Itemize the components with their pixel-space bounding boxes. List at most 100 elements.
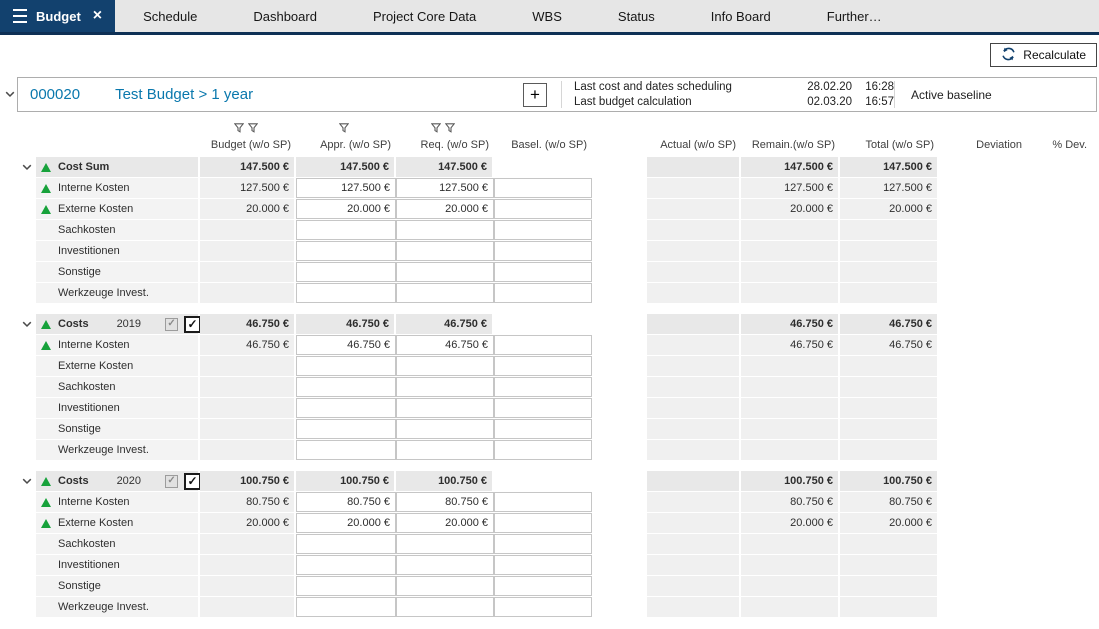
filter-icon[interactable] — [445, 123, 455, 136]
row-label-cell: Externe Kosten — [36, 513, 200, 533]
tab-status[interactable]: Status — [590, 0, 683, 32]
row-gap — [592, 513, 647, 533]
filter-icon[interactable] — [234, 123, 244, 136]
cell-appr[interactable] — [296, 241, 396, 261]
cell-basel[interactable] — [494, 555, 592, 575]
table-row: Interne Kosten127.500 €127.500 €127.500 … — [18, 178, 1099, 198]
cell-pdev — [1027, 377, 1092, 397]
cell-req[interactable] — [396, 356, 494, 376]
column-header-req[interactable]: Req. (w/o SP) — [396, 120, 494, 154]
cell-basel[interactable] — [494, 335, 592, 355]
cell-appr[interactable]: 20.000 € — [296, 513, 396, 533]
collapse-chevron-icon[interactable] — [18, 157, 36, 177]
collapse-header-icon[interactable] — [2, 91, 17, 98]
cell-appr[interactable] — [296, 398, 396, 418]
close-tab-icon[interactable]: × — [93, 8, 102, 24]
cell-appr[interactable] — [296, 262, 396, 282]
cell-req[interactable] — [396, 398, 494, 418]
column-header-remain[interactable]: Remain.(w/o SP) — [741, 120, 840, 154]
cell-appr[interactable] — [296, 576, 396, 596]
column-header-total[interactable]: Total (w/o SP) — [840, 120, 939, 154]
cell-req[interactable]: 127.500 € — [396, 178, 494, 198]
cell-appr[interactable] — [296, 283, 396, 303]
cell-basel[interactable] — [494, 597, 592, 617]
cell-req[interactable] — [396, 377, 494, 397]
row-label-cell: Sonstige — [36, 419, 200, 439]
tab-further[interactable]: Further… — [799, 0, 910, 32]
column-header-appr[interactable]: Appr. (w/o SP) — [296, 120, 396, 154]
cell-appr[interactable]: 20.000 € — [296, 199, 396, 219]
cell-appr[interactable] — [296, 377, 396, 397]
cell-basel[interactable] — [494, 356, 592, 376]
row-gap — [592, 534, 647, 554]
cell-req[interactable]: 20.000 € — [396, 513, 494, 533]
menu-icon[interactable] — [13, 7, 27, 25]
cell-basel[interactable] — [494, 377, 592, 397]
cell-appr[interactable] — [296, 555, 396, 575]
include-checkbox[interactable]: ✓ — [184, 316, 201, 333]
cell-req[interactable] — [396, 241, 494, 261]
cell-total — [840, 356, 939, 376]
recalculate-button[interactable]: Recalculate — [990, 43, 1097, 67]
cell-appr[interactable] — [296, 440, 396, 460]
cell-req[interactable] — [396, 597, 494, 617]
add-button[interactable]: + — [523, 83, 547, 107]
filter-icon[interactable] — [248, 123, 258, 136]
cell-basel[interactable] — [494, 398, 592, 418]
cell-appr[interactable]: 80.750 € — [296, 492, 396, 512]
column-header-label: % Dev. — [1027, 139, 1087, 151]
include-checkbox[interactable]: ✓ — [184, 473, 201, 490]
cell-basel[interactable] — [494, 262, 592, 282]
cell-req[interactable] — [396, 283, 494, 303]
cell-total — [840, 398, 939, 418]
cell-basel[interactable] — [494, 534, 592, 554]
cell-appr[interactable] — [296, 419, 396, 439]
cell-basel[interactable] — [494, 178, 592, 198]
cell-req[interactable] — [396, 262, 494, 282]
tab-schedule[interactable]: Schedule — [115, 0, 225, 32]
collapse-chevron-icon[interactable] — [18, 471, 36, 491]
cell-req[interactable] — [396, 576, 494, 596]
filter-icon[interactable] — [431, 123, 441, 136]
cell-req[interactable] — [396, 440, 494, 460]
cell-basel[interactable] — [494, 492, 592, 512]
info-time: 16:28 — [852, 80, 894, 95]
cell-req[interactable] — [396, 220, 494, 240]
filter-icon[interactable] — [339, 123, 349, 136]
cell-basel[interactable] — [494, 220, 592, 240]
column-header-budget[interactable]: Budget (w/o SP) — [200, 120, 296, 154]
cell-req[interactable]: 20.000 € — [396, 199, 494, 219]
cell-req[interactable]: 80.750 € — [396, 492, 494, 512]
tab-wbs[interactable]: WBS — [504, 0, 590, 32]
cell-appr[interactable] — [296, 220, 396, 240]
cell-appr[interactable]: 46.750 € — [296, 335, 396, 355]
cell-basel[interactable] — [494, 576, 592, 596]
row-chevron-cell — [18, 178, 36, 198]
cell-appr[interactable] — [296, 597, 396, 617]
column-header-basel[interactable]: Basel. (w/o SP) — [494, 120, 592, 154]
cell-basel[interactable] — [494, 419, 592, 439]
tab-dashboard[interactable]: Dashboard — [225, 0, 345, 32]
column-header-actual[interactable]: Actual (w/o SP) — [647, 120, 741, 154]
column-header-deviation[interactable]: Deviation — [939, 120, 1027, 154]
tab-project-core-data[interactable]: Project Core Data — [345, 0, 504, 32]
cell-appr[interactable]: 127.500 € — [296, 178, 396, 198]
collapse-chevron-icon[interactable] — [18, 314, 36, 334]
cell-basel[interactable] — [494, 440, 592, 460]
tab-info-board[interactable]: Info Board — [683, 0, 799, 32]
cell-basel[interactable] — [494, 513, 592, 533]
cell-req[interactable] — [396, 419, 494, 439]
cell-budget: 100.750 € — [200, 471, 296, 491]
cell-appr: 147.500 € — [296, 157, 396, 177]
header-gap — [592, 120, 647, 154]
cell-appr[interactable] — [296, 356, 396, 376]
cell-basel[interactable] — [494, 283, 592, 303]
cell-req[interactable] — [396, 555, 494, 575]
cell-basel[interactable] — [494, 199, 592, 219]
cell-appr[interactable] — [296, 534, 396, 554]
tab-budget[interactable]: Budget × — [0, 0, 115, 32]
column-header-pdev[interactable]: % Dev. — [1027, 120, 1092, 154]
cell-req[interactable] — [396, 534, 494, 554]
cell-basel[interactable] — [494, 241, 592, 261]
cell-req[interactable]: 46.750 € — [396, 335, 494, 355]
